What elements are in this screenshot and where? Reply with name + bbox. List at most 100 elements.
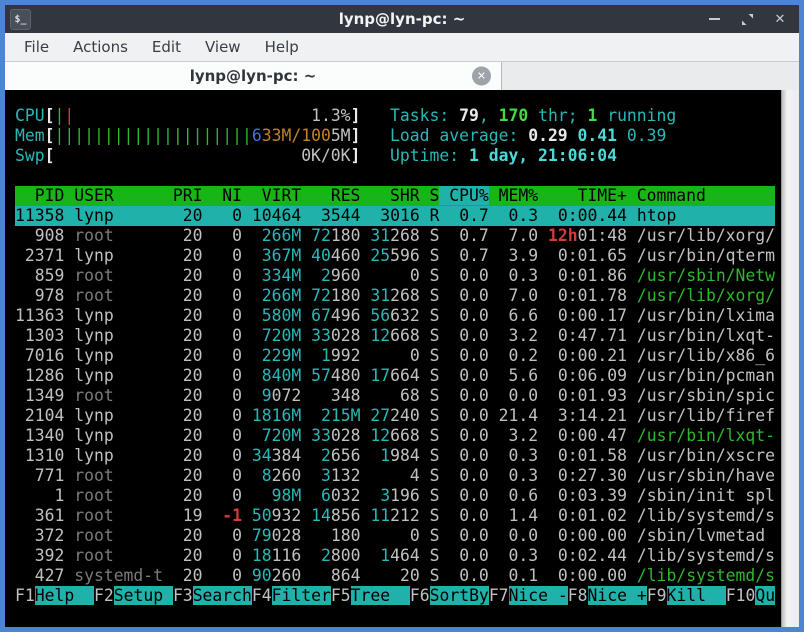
- column-header-mem[interactable]: MEM%: [489, 186, 538, 205]
- terminal-screen[interactable]: CPU[|| 1.3%] Tasks: 79, 170 thr; 1 runni…: [5, 90, 799, 627]
- fkey-f4-filter[interactable]: F4Filter: [252, 586, 331, 605]
- process-row[interactable]: 859 root 20 0 334M 2960 0 S 0.0 0.3 0:01…: [15, 266, 775, 286]
- minimize-button[interactable]: [707, 12, 721, 26]
- column-header-ni[interactable]: NI: [203, 186, 242, 205]
- cell-user: root: [74, 286, 163, 305]
- cell-ni: -1: [222, 506, 242, 525]
- process-row[interactable]: 372 root 20 0 79028 180 0 S 0.0 0.0 0:00…: [15, 526, 775, 546]
- cell-ni: 0: [212, 426, 242, 445]
- process-row[interactable]: 1349 root 20 0 9072 348 68 S 0.0 0.0 0:0…: [15, 386, 775, 406]
- cell-state: S: [430, 286, 440, 305]
- menu-item-help[interactable]: Help: [254, 35, 310, 59]
- cell-cpu: 0.7: [449, 226, 488, 245]
- process-row[interactable]: 1310 lynp 20 0 34384 2656 1984 S 0.0 0.3…: [15, 446, 775, 466]
- cell-mem: 3.2: [499, 426, 538, 445]
- process-row[interactable]: 978 root 20 0 266M 72180 31268 S 0.0 7.0…: [15, 286, 775, 306]
- cell-pri: 20: [173, 346, 203, 365]
- cell-mem: 6.6: [499, 306, 538, 325]
- menu-item-edit[interactable]: Edit: [141, 35, 192, 59]
- cell-time: 0:00.47: [558, 426, 627, 445]
- cell-time: 0:01.02: [558, 506, 627, 525]
- process-row[interactable]: 11363 lynp 20 0 580M 67496 56632 S 0.0 6…: [15, 306, 775, 326]
- column-header-user[interactable]: USER: [64, 186, 163, 205]
- fkey-label: Nice +: [588, 586, 647, 605]
- cell-command: /usr/bin/lxima: [637, 306, 775, 325]
- column-header-s[interactable]: S: [420, 186, 440, 205]
- fkey-f1-help[interactable]: F1Help: [15, 586, 94, 605]
- tab-close-icon[interactable]: ✕: [472, 67, 491, 86]
- window-controls: ✕: [707, 12, 787, 26]
- column-header-pid[interactable]: PID: [15, 186, 64, 205]
- process-row[interactable]: 2104 lynp 20 0 1816M 215M 27240 S 0.0 21…: [15, 406, 775, 426]
- fkey-f6-sortby[interactable]: F6SortBy: [410, 586, 489, 605]
- fkey-f8-nice+[interactable]: F8Nice +: [568, 586, 647, 605]
- menu-item-file[interactable]: File: [13, 35, 60, 59]
- cell-mem: 0.2: [499, 346, 538, 365]
- cell-pri: 20: [173, 486, 203, 505]
- process-row[interactable]: 1340 lynp 20 0 720M 33028 12668 S 0.0 3.…: [15, 426, 775, 446]
- cell-cpu: 0.0: [449, 486, 488, 505]
- scrollbar[interactable]: [781, 90, 799, 627]
- cell-pri: 20: [173, 366, 203, 385]
- fkey-label: Help: [35, 586, 94, 605]
- fkey-label: Kill: [667, 586, 726, 605]
- fkey-f5-tree[interactable]: F5Tree: [331, 586, 410, 605]
- column-header-cpu[interactable]: CPU%: [439, 186, 488, 205]
- process-row[interactable]: 392 root 20 0 18116 2800 1464 S 0.0 0.3 …: [15, 546, 775, 566]
- cell-state: S: [430, 546, 440, 565]
- column-header-virt[interactable]: VIRT: [242, 186, 301, 205]
- cpu-meter-bars: |: [64, 106, 74, 125]
- process-row[interactable]: 7016 lynp 20 0 229M 1992 0 S 0.0 0.2 0:0…: [15, 346, 775, 366]
- column-header-res[interactable]: RES: [301, 186, 360, 205]
- cell-command: /usr/lib/xorg/: [637, 226, 775, 245]
- process-row[interactable]: 1286 lynp 20 0 840M 57480 17664 S 0.0 5.…: [15, 366, 775, 386]
- menu-item-view[interactable]: View: [194, 35, 252, 59]
- cell-user: lynp: [74, 346, 163, 365]
- cell-time: 0:00.00: [558, 526, 627, 545]
- fkey-label: Filter: [272, 586, 331, 605]
- cell-state: S: [430, 366, 440, 385]
- cell-pri: 20: [173, 526, 203, 545]
- column-header-time[interactable]: TIME+: [538, 186, 627, 205]
- cell-command: /lib/systemd/s: [637, 546, 775, 565]
- cell-cpu: 0.0: [449, 526, 488, 545]
- column-header-pri[interactable]: PRI: [163, 186, 202, 205]
- process-row[interactable]: 1303 lynp 20 0 720M 33028 12668 S 0.0 3.…: [15, 326, 775, 346]
- process-row[interactable]: 2371 lynp 20 0 367M 40460 25596 S 0.7 3.…: [15, 246, 775, 266]
- cell-cpu: 0.0: [449, 506, 488, 525]
- column-header-command[interactable]: Command: [627, 186, 706, 205]
- process-row[interactable]: 11358 lynp 20 0 10464 3544 3016 R 0.7 0.…: [15, 206, 775, 226]
- cell-pid: 771: [15, 466, 64, 485]
- process-row[interactable]: 1 root 20 0 98M 6032 3196 S 0.0 0.6 0:03…: [15, 486, 775, 506]
- fkey-f10-qu[interactable]: F10Qu: [726, 586, 775, 605]
- menu-item-actions[interactable]: Actions: [62, 35, 139, 59]
- cell-user: root: [74, 486, 163, 505]
- fkey-f3-search[interactable]: F3Search: [173, 586, 252, 605]
- fkey-f2-setup[interactable]: F2Setup: [94, 586, 173, 605]
- cell-pid: 1303: [15, 326, 64, 345]
- cell-command: /usr/lib/firef: [637, 406, 775, 425]
- cell-cpu: 0.0: [449, 446, 488, 465]
- process-row[interactable]: 427 systemd-t 20 0 90260 864 20 S 0.0 0.…: [15, 566, 775, 586]
- terminal-tab[interactable]: lynp@lyn-pc: ~ ✕: [5, 62, 502, 90]
- cell-mem: 0.3: [499, 546, 538, 565]
- fkey-number: F8: [568, 586, 588, 605]
- cell-pid: 1286: [15, 366, 64, 385]
- close-button[interactable]: ✕: [773, 12, 787, 26]
- maximize-button[interactable]: [740, 12, 754, 26]
- cell-user: lynp: [74, 206, 163, 225]
- cell-time: 0:00.17: [558, 306, 627, 325]
- cell-pid: 1: [15, 486, 64, 505]
- fkey-f9-kill[interactable]: F9Kill: [647, 586, 726, 605]
- fkey-f7-nice-[interactable]: F7Nice -: [489, 586, 568, 605]
- cell-pid: 908: [15, 226, 64, 245]
- cell-state: S: [430, 386, 440, 405]
- cell-user: lynp: [74, 366, 163, 385]
- process-row[interactable]: 908 root 20 0 266M 72180 31268 S 0.7 7.0…: [15, 226, 775, 246]
- process-row[interactable]: 771 root 20 0 8260 3132 4 S 0.0 0.3 0:27…: [15, 466, 775, 486]
- process-row[interactable]: 361 root 19 -1 50932 14856 11212 S 0.0 1…: [15, 506, 775, 526]
- cell-cpu: 0.0: [449, 266, 488, 285]
- column-header-shr[interactable]: SHR: [360, 186, 419, 205]
- cell-user: systemd-t: [74, 566, 163, 585]
- cell-state: S: [430, 246, 440, 265]
